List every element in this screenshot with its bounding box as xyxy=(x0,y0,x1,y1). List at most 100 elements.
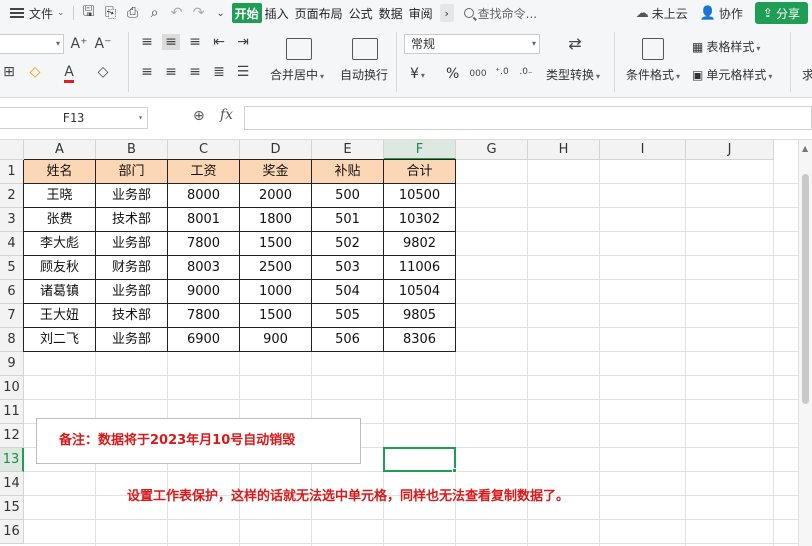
print-icon[interactable]: ⎙ xyxy=(122,0,144,26)
clear-format-icon[interactable]: ◇ xyxy=(92,64,114,80)
table-cell[interactable]: 王大妞 xyxy=(24,304,96,328)
table-cell[interactable]: 9802 xyxy=(384,232,456,256)
select-all-corner[interactable] xyxy=(0,140,24,160)
table-cell[interactable]: 7800 xyxy=(168,304,240,328)
font-shrink-icon[interactable]: A⁻ xyxy=(94,36,112,52)
cond-format-icon[interactable] xyxy=(642,38,664,60)
row-header-11[interactable]: 11 xyxy=(0,400,24,424)
table-cell[interactable]: 李大彪 xyxy=(24,232,96,256)
table-cell[interactable]: 7800 xyxy=(168,232,240,256)
font-color-icon[interactable]: A xyxy=(58,64,80,83)
tab-3[interactable]: 公式 xyxy=(346,0,376,26)
row-header-1[interactable]: 1 xyxy=(0,160,24,184)
column-header-h[interactable]: H xyxy=(528,140,600,160)
zoom-icon[interactable]: ⊕ xyxy=(193,108,205,124)
type-convert-button[interactable]: 类型转换 ▾ xyxy=(546,66,600,83)
table-cell[interactable]: 业务部 xyxy=(96,232,168,256)
indent-increase-icon[interactable]: ⇥ xyxy=(234,34,252,50)
wrap-text-button[interactable]: 自动换行 xyxy=(340,66,388,83)
merge-center-button[interactable]: 合并居中 ▾ xyxy=(270,66,324,83)
merge-center-icon[interactable] xyxy=(286,38,312,60)
table-header-cell[interactable]: 部门 xyxy=(96,160,168,184)
justify-icon[interactable]: ≣ xyxy=(210,64,228,80)
sum-button-partial[interactable]: 求 xyxy=(802,66,812,83)
name-box[interactable]: F13 ▾ xyxy=(0,107,148,129)
collab-button[interactable]: 👤 协作 xyxy=(700,5,743,22)
row-header-4[interactable]: 4 xyxy=(0,232,24,256)
percent-button[interactable]: % xyxy=(446,66,459,82)
cloud-status[interactable]: ☁ 未上云 xyxy=(636,5,688,22)
table-cell[interactable]: 8003 xyxy=(168,256,240,280)
table-cell[interactable]: 10500 xyxy=(384,184,456,208)
font-grow-icon[interactable]: A⁺ xyxy=(70,36,88,52)
table-style-button[interactable]: ▦ 表格样式 ▾ xyxy=(692,38,760,55)
table-cell[interactable]: 刘二飞 xyxy=(24,328,96,352)
table-cell[interactable]: 1800 xyxy=(240,208,312,232)
table-cell[interactable]: 503 xyxy=(312,256,384,280)
table-cell[interactable]: 10504 xyxy=(384,280,456,304)
table-cell[interactable]: 10302 xyxy=(384,208,456,232)
table-cell[interactable]: 9805 xyxy=(384,304,456,328)
table-cell[interactable]: 技术部 xyxy=(96,304,168,328)
spreadsheet-grid[interactable]: A B C D E F G H I J 1 2 3 4 5 6 7 8 9 10 11 12 13 14 15 16 姓名 部门 工资奖… xyxy=(0,140,798,546)
formula-input[interactable] xyxy=(244,106,812,130)
table-cell[interactable]: 506 xyxy=(312,328,384,352)
command-search[interactable]: 查找命令... xyxy=(463,5,537,22)
row-header-2[interactable]: 2 xyxy=(0,184,24,208)
tab-1[interactable]: 插入 xyxy=(262,0,292,26)
distribute-icon[interactable]: ☰ xyxy=(234,64,252,80)
table-cell[interactable]: 2500 xyxy=(240,256,312,280)
table-header-cell[interactable]: 合计 xyxy=(384,160,456,184)
column-header-i[interactable]: I xyxy=(600,140,686,160)
print-preview-icon[interactable]: ⌕ xyxy=(144,0,166,26)
column-header-c[interactable]: C xyxy=(168,140,240,160)
column-header-f[interactable]: F xyxy=(384,140,456,160)
cell-style-button[interactable]: ▣ 单元格样式 ▾ xyxy=(692,66,772,83)
table-cell[interactable]: 顾友秋 xyxy=(24,256,96,280)
align-left-icon[interactable]: ≡ xyxy=(138,64,156,80)
file-menu[interactable]: 文件 ⌄ xyxy=(0,0,69,26)
active-cell-selection[interactable] xyxy=(383,447,456,472)
table-cell[interactable]: 业务部 xyxy=(96,328,168,352)
note-box[interactable]: 备注：数据将于2023年月10号自动销毁 xyxy=(36,418,361,464)
row-header-12[interactable]: 12 xyxy=(0,424,24,448)
scroll-up-icon[interactable]: ▲ xyxy=(802,144,808,153)
row-header-8[interactable]: 8 xyxy=(0,328,24,352)
table-cell[interactable]: 诸葛镇 xyxy=(24,280,96,304)
table-cell[interactable]: 1000 xyxy=(240,280,312,304)
redo-icon[interactable]: ↷ xyxy=(188,0,210,26)
number-format-dropdown[interactable]: 常规 ▾ xyxy=(404,34,540,54)
row-header-9[interactable]: 9 xyxy=(0,352,24,376)
indent-decrease-icon[interactable]: ⇤ xyxy=(210,34,228,50)
align-right-icon[interactable]: ≡ xyxy=(186,64,204,80)
align-center-icon[interactable]: ≡ xyxy=(162,64,180,80)
undo-icon[interactable]: ↶ xyxy=(166,0,188,26)
table-header-cell[interactable]: 姓名 xyxy=(24,160,96,184)
font-size-dropdown[interactable]: ▾ xyxy=(0,34,64,54)
border-icon[interactable]: ⊞ xyxy=(0,64,18,80)
save-icon[interactable]: 🖫 xyxy=(78,0,100,26)
table-cell[interactable]: 9000 xyxy=(168,280,240,304)
table-cell[interactable]: 500 xyxy=(312,184,384,208)
align-middle-icon[interactable]: ≡ xyxy=(162,34,180,50)
align-top-icon[interactable]: ≡ xyxy=(138,34,156,50)
row-header-16[interactable]: 16 xyxy=(0,520,24,544)
table-cell[interactable]: 财务部 xyxy=(96,256,168,280)
column-header-a[interactable]: A xyxy=(24,140,96,160)
column-header-g[interactable]: G xyxy=(456,140,528,160)
thousands-icon[interactable]: 000 xyxy=(468,66,488,82)
table-cell[interactable]: 8001 xyxy=(168,208,240,232)
cond-format-button[interactable]: 条件格式 ▾ xyxy=(626,66,680,83)
tab-0[interactable]: 开始 xyxy=(231,3,262,23)
row-header-5[interactable]: 5 xyxy=(0,256,24,280)
table-cell[interactable]: 504 xyxy=(312,280,384,304)
column-header-e[interactable]: E xyxy=(312,140,384,160)
table-header-cell[interactable]: 奖金 xyxy=(240,160,312,184)
table-cell[interactable]: 11006 xyxy=(384,256,456,280)
currency-button[interactable]: ¥ ▾ xyxy=(410,66,425,82)
row-header-7[interactable]: 7 xyxy=(0,304,24,328)
fill-handle[interactable] xyxy=(452,468,457,473)
row-header-14[interactable]: 14 xyxy=(0,472,24,496)
table-cell[interactable]: 900 xyxy=(240,328,312,352)
table-cell[interactable]: 502 xyxy=(312,232,384,256)
